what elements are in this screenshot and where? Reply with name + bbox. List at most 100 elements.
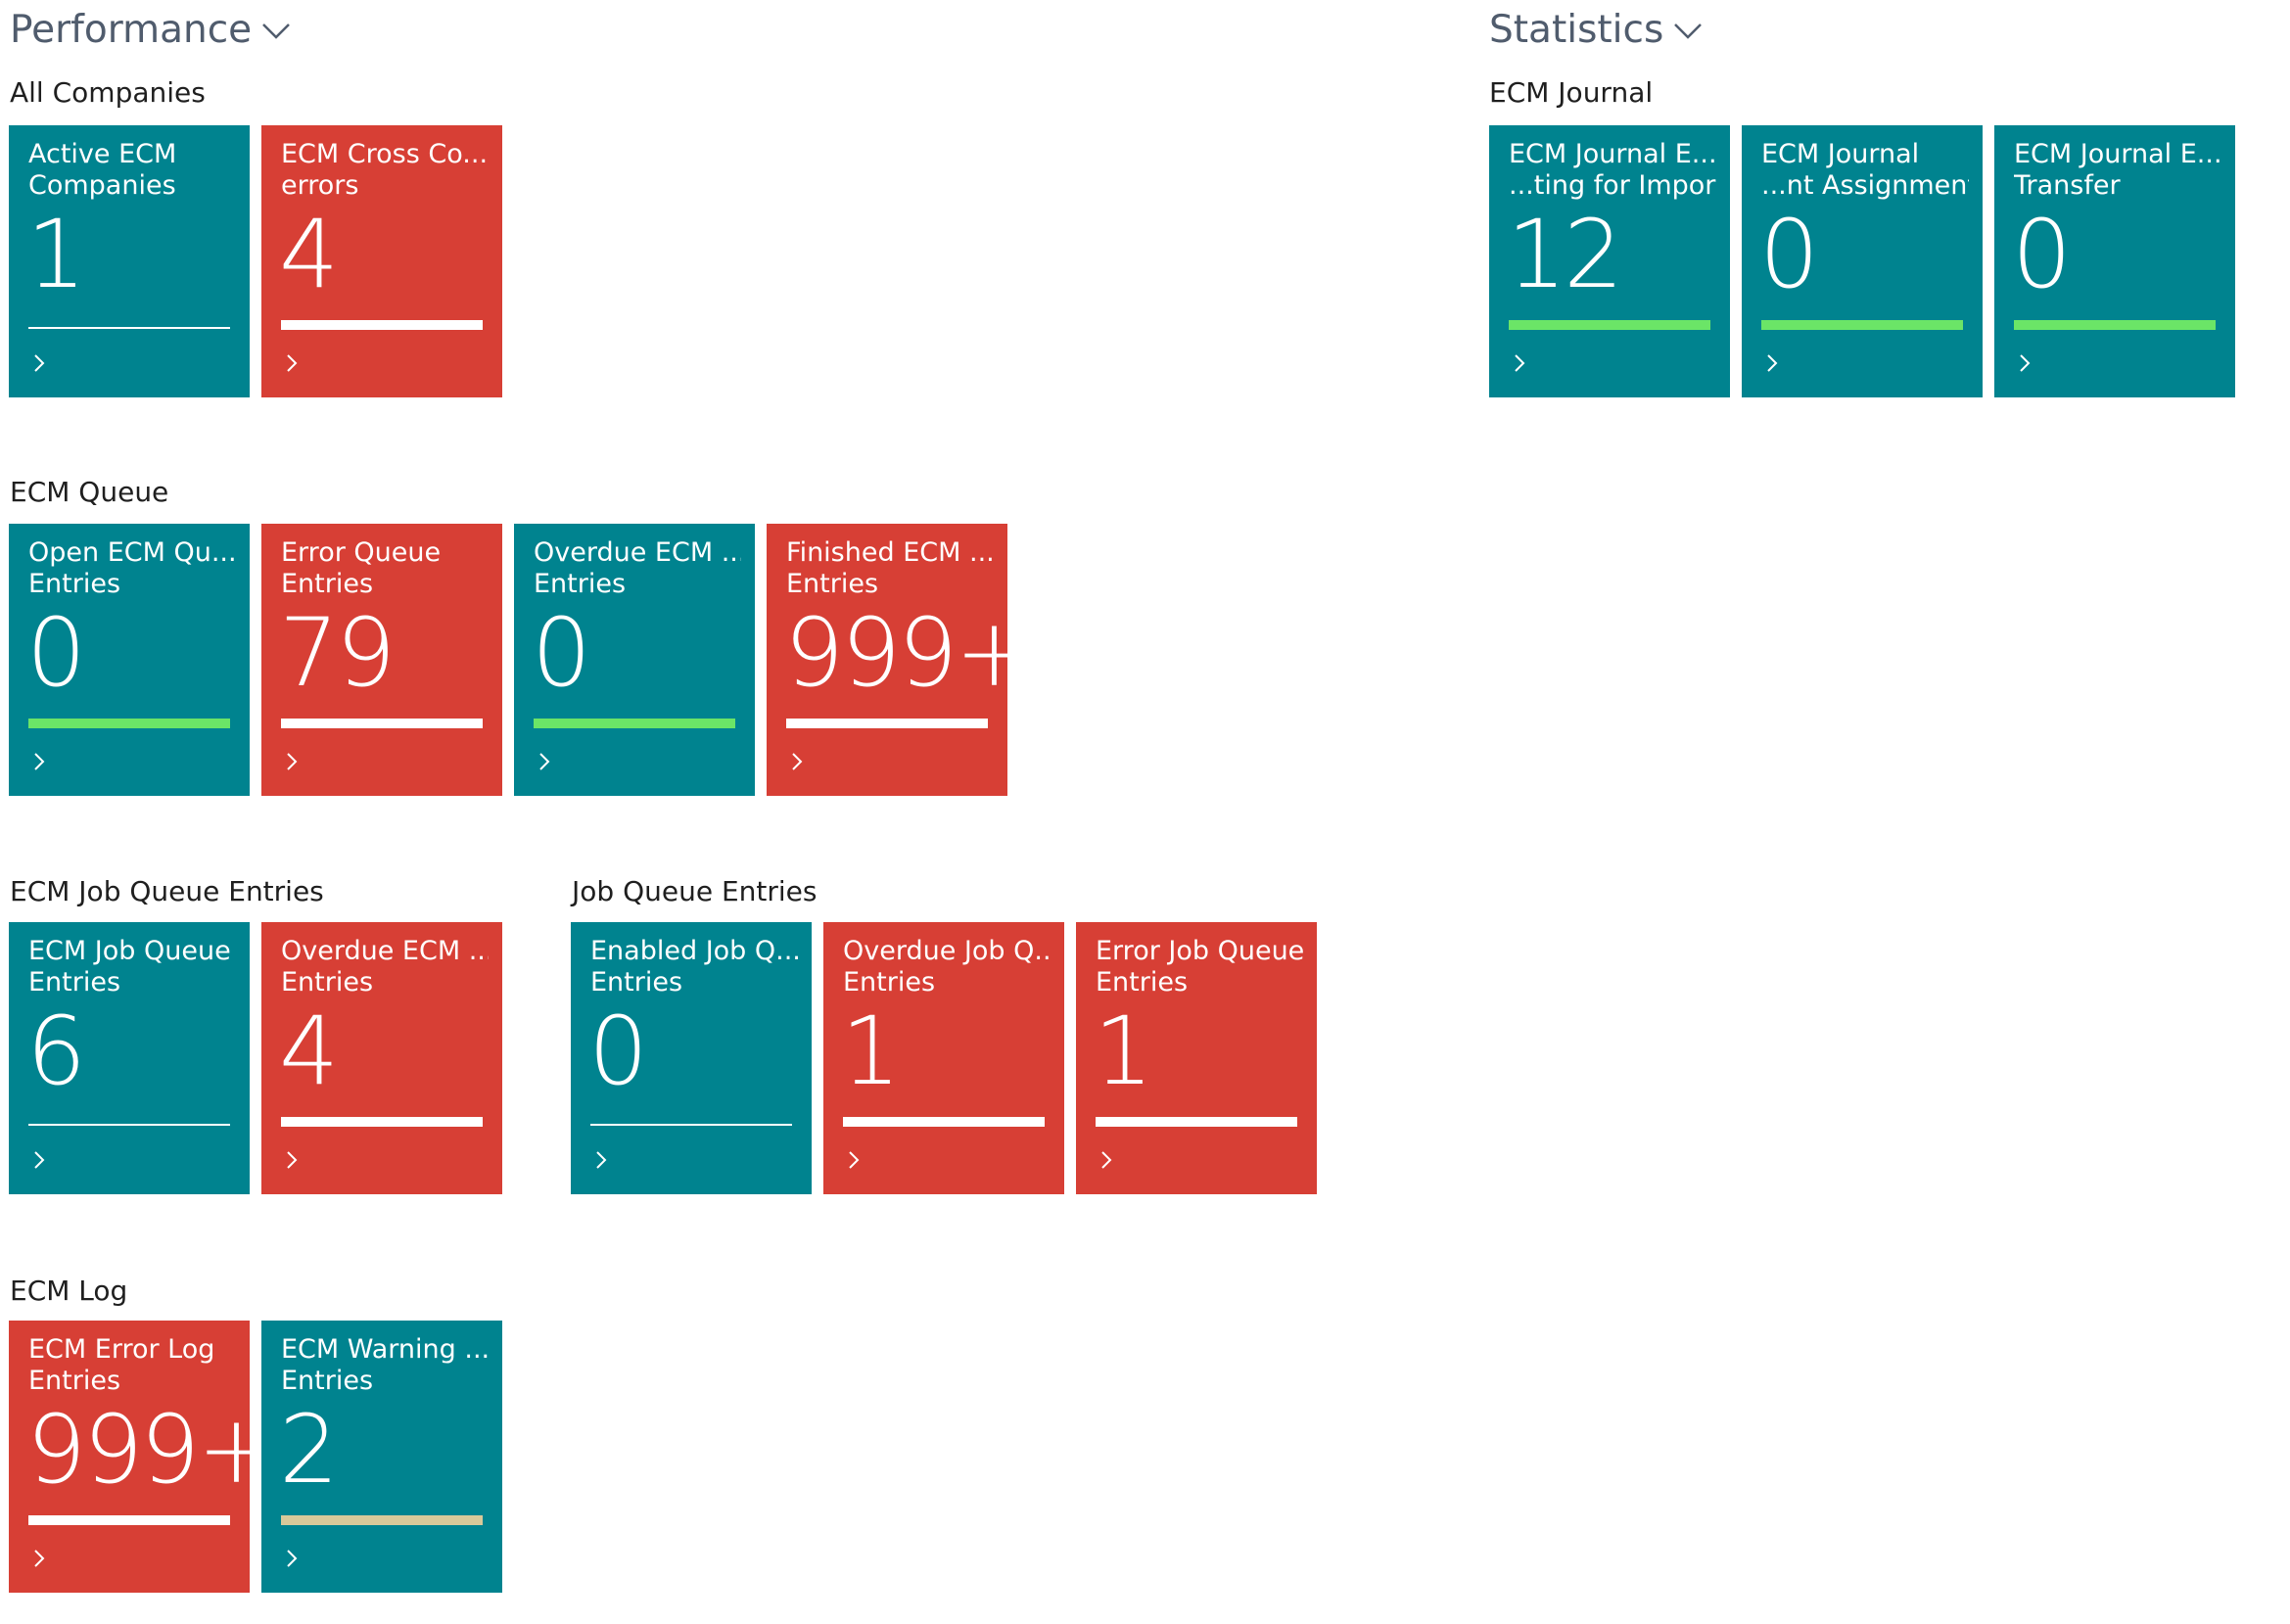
cue-tile-all-companies-2[interactable]: ECM Cross Co... errors 4: [261, 125, 502, 397]
tile-caption-line2: Companies: [28, 170, 176, 201]
tile-caption-line2: ...ting for Import: [1509, 170, 1716, 201]
tile-caption-line2: Entries: [534, 569, 627, 599]
tile-caption-line1: Finished ECM ...: [786, 537, 994, 568]
chevron-right-icon: [539, 753, 550, 770]
cue-tile-ecm-queue-3[interactable]: Overdue ECM ... Entries 0: [514, 524, 755, 796]
tile-value: 999+: [784, 598, 1007, 708]
tile-caption-line1: Active ECM: [28, 139, 177, 169]
tile-caption: Enabled Job Q... Entries: [590, 936, 798, 998]
chevron-right-icon: [287, 1550, 298, 1567]
cue-tile-job-queue-2[interactable]: Overdue Job Q... Entries 1: [823, 922, 1064, 1194]
tile-caption-line2: Entries: [786, 569, 879, 599]
tile-caption: Error Job Queue Entries: [1096, 936, 1303, 998]
tile-value: 4: [279, 200, 339, 309]
cue-tile-ecm-journal-1[interactable]: ECM Journal E... ...ting for Import 12: [1489, 125, 1730, 397]
tile-indicator-bar: [1761, 320, 1963, 330]
tile-caption-line2: Entries: [28, 1366, 121, 1396]
tile-caption-line1: Overdue ECM ...: [281, 936, 489, 966]
tile-caption-line2: ...nt Assignment: [1761, 170, 1969, 201]
performance-heading-label: Performance: [10, 8, 253, 52]
chevron-right-icon: [34, 354, 45, 372]
tile-caption: ECM Job Queue Entries: [28, 936, 236, 998]
tile-value: 1: [1094, 997, 1153, 1106]
cue-tile-ecm-job-queue-1[interactable]: ECM Job Queue Entries 6: [9, 922, 250, 1194]
cue-tile-all-companies-1[interactable]: Active ECM Companies 1: [9, 125, 250, 397]
tile-caption: Finished ECM ... Entries: [786, 537, 994, 600]
tile-caption: ECM Error Log Entries: [28, 1334, 236, 1397]
statistics-heading-label: Statistics: [1489, 8, 1664, 52]
chevron-right-icon: [792, 753, 803, 770]
tile-value: 999+: [26, 1395, 250, 1505]
tile-indicator-bar: [28, 327, 230, 329]
tile-caption-line1: Enabled Job Q...: [590, 936, 798, 966]
tile-caption-line1: Error Job Queue: [1096, 936, 1303, 966]
tile-caption: Error Queue Entries: [281, 537, 489, 600]
cue-tile-ecm-journal-3[interactable]: ECM Journal E... Transfer 0: [1994, 125, 2235, 397]
tile-value: 6: [26, 997, 86, 1106]
tile-value: 4: [279, 997, 339, 1106]
tile-indicator-bar: [2014, 320, 2216, 330]
tile-caption-line1: ECM Warning ...: [281, 1334, 489, 1365]
tile-indicator-bar: [281, 1117, 483, 1127]
tile-caption-line2: Entries: [281, 967, 374, 998]
tile-indicator-bar: [28, 719, 230, 728]
tile-value: 0: [588, 997, 648, 1106]
cue-tile-ecm-queue-2[interactable]: Error Queue Entries 79: [261, 524, 502, 796]
tile-caption-line1: ECM Cross Co...: [281, 139, 489, 169]
tile-indicator-bar: [28, 1124, 230, 1126]
tile-value: 2: [279, 1395, 339, 1505]
cue-tile-ecm-log-2[interactable]: ECM Warning ... Entries 2: [261, 1321, 502, 1593]
tile-value: 12: [1507, 200, 1623, 309]
chevron-right-icon: [287, 354, 298, 372]
tile-caption-line2: errors: [281, 170, 359, 201]
tile-caption-line2: Entries: [1096, 967, 1189, 998]
tile-caption: Overdue ECM ... Entries: [534, 537, 741, 600]
tile-caption-line1: Overdue ECM ...: [534, 537, 741, 568]
cue-tile-ecm-job-queue-2[interactable]: Overdue ECM ... Entries 4: [261, 922, 502, 1194]
tile-value: 0: [532, 598, 591, 708]
group-title-ecm-journal: ECM Journal: [1489, 76, 1654, 109]
tile-indicator-bar: [1096, 1117, 1297, 1127]
tile-caption-line1: Open ECM Qu...: [28, 537, 236, 568]
cue-tile-ecm-queue-4[interactable]: Finished ECM ... Entries 999+: [767, 524, 1007, 796]
chevron-right-icon: [1101, 1151, 1112, 1169]
cue-tile-ecm-log-1[interactable]: ECM Error Log Entries 999+: [9, 1321, 250, 1593]
tile-caption: ECM Journal ...nt Assignment: [1761, 139, 1969, 202]
chevron-right-icon: [287, 753, 298, 770]
cue-tile-job-queue-3[interactable]: Error Job Queue Entries 1: [1076, 922, 1317, 1194]
tile-caption-line1: ECM Journal E...: [1509, 139, 1716, 169]
chevron-right-icon: [1515, 354, 1525, 372]
chevron-right-icon: [849, 1151, 860, 1169]
cue-tile-ecm-queue-1[interactable]: Open ECM Qu... Entries 0: [9, 524, 250, 796]
chevron-down-icon: [262, 23, 291, 39]
tile-caption: Active ECM Companies: [28, 139, 236, 202]
chevron-right-icon: [34, 1550, 45, 1567]
performance-heading[interactable]: Performance: [10, 8, 293, 52]
tile-indicator-bar: [534, 719, 735, 728]
tile-caption-line2: Entries: [281, 569, 374, 599]
chevron-right-icon: [1767, 354, 1778, 372]
tile-value: 0: [1759, 200, 1819, 309]
tile-indicator-bar: [786, 719, 988, 728]
tile-value: 0: [26, 598, 86, 708]
tile-indicator-bar: [843, 1117, 1045, 1127]
cue-tile-job-queue-1[interactable]: Enabled Job Q... Entries 0: [571, 922, 812, 1194]
chevron-right-icon: [287, 1151, 298, 1169]
tile-indicator-bar: [28, 1515, 230, 1525]
group-title-ecm-job-queue-entries: ECM Job Queue Entries: [10, 875, 324, 907]
tile-indicator-bar: [590, 1124, 792, 1126]
tile-caption: Overdue ECM ... Entries: [281, 936, 489, 998]
chevron-right-icon: [2020, 354, 2031, 372]
tile-caption: Overdue Job Q... Entries: [843, 936, 1051, 998]
group-title-ecm-log: ECM Log: [10, 1275, 128, 1307]
statistics-heading[interactable]: Statistics: [1489, 8, 1705, 52]
tile-caption: ECM Journal E... Transfer: [2014, 139, 2221, 202]
chevron-right-icon: [34, 1151, 45, 1169]
group-title-ecm-queue: ECM Queue: [10, 476, 169, 508]
tile-caption-line2: Entries: [28, 569, 121, 599]
tile-caption: ECM Journal E... ...ting for Import: [1509, 139, 1716, 202]
tile-caption-line2: Entries: [843, 967, 936, 998]
cue-tile-ecm-journal-2[interactable]: ECM Journal ...nt Assignment 0: [1742, 125, 1983, 397]
tile-caption: Open ECM Qu... Entries: [28, 537, 236, 600]
tile-caption: ECM Cross Co... errors: [281, 139, 489, 202]
